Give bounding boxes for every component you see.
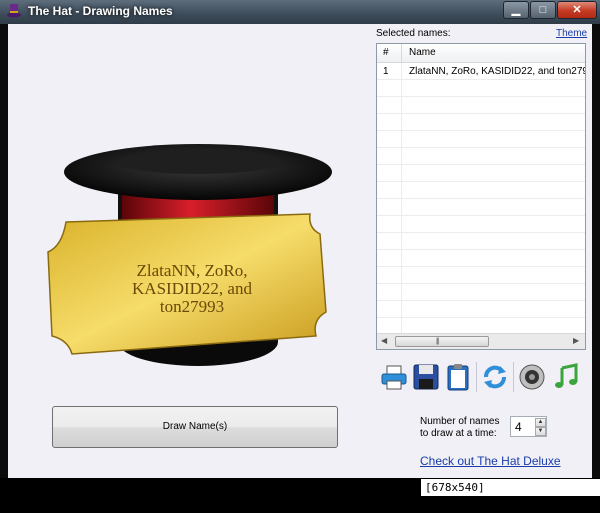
empty-row — [377, 267, 585, 284]
ticket-line-3: ton27993 — [160, 297, 224, 316]
client-area: ZlataNN, ZoRo, KASIDID22, and ton27993 S… — [8, 24, 592, 478]
stepper-up-icon[interactable]: ▲ — [535, 418, 546, 427]
row-name: ZlataNN, ZoRo, KASIDID22, and ton27993 — [409, 66, 586, 77]
number-label-line-2: to draw at a time: — [420, 428, 497, 439]
empty-row — [377, 250, 585, 267]
toolbar-separator — [476, 362, 477, 392]
empty-row — [377, 216, 585, 233]
list-row[interactable]: 1 ZlataNN, ZoRo, KASIDID22, and ton27993 — [377, 63, 586, 80]
speaker-icon[interactable] — [517, 362, 547, 392]
row-number: 1 — [383, 66, 389, 77]
print-icon[interactable] — [379, 362, 409, 392]
empty-row — [377, 284, 585, 301]
ticket-line-2: KASIDID22, and — [132, 279, 252, 298]
image-host-watermark: [678x540] https://upic.me/ — [421, 479, 600, 511]
empty-row — [377, 182, 585, 199]
empty-row — [377, 148, 585, 165]
column-divider[interactable] — [401, 44, 402, 63]
draw-names-button[interactable]: Draw Name(s) — [52, 406, 338, 448]
minimize-button[interactable]: ▁ — [503, 1, 529, 19]
close-button[interactable]: ✕ — [557, 1, 597, 19]
theme-link[interactable]: Theme — [556, 28, 587, 39]
names-count-value[interactable]: 4 — [515, 420, 522, 434]
hat-app-icon — [7, 4, 21, 18]
scroll-right-icon[interactable]: ▶ — [573, 336, 579, 345]
music-note-icon[interactable] — [551, 362, 581, 392]
stepper-down-icon[interactable]: ▼ — [535, 427, 546, 436]
empty-row — [377, 165, 585, 182]
empty-row — [377, 114, 585, 131]
empty-row — [377, 80, 585, 97]
scroll-left-icon[interactable]: ◀ — [381, 336, 387, 345]
save-icon[interactable] — [411, 362, 441, 392]
number-label-line-1: Number of names — [420, 416, 500, 427]
list-rows: 1 ZlataNN, ZoRo, KASIDID22, and ton27993 — [377, 63, 586, 335]
maximize-button[interactable]: □ — [530, 1, 556, 19]
toolbar-separator — [513, 362, 514, 392]
hat-deluxe-link[interactable]: Check out The Hat Deluxe — [420, 454, 561, 468]
refresh-icon[interactable] — [480, 362, 510, 392]
names-count-stepper[interactable]: 4 ▲ ▼ — [510, 416, 547, 437]
horizontal-scrollbar[interactable]: ◀ ||| ▶ — [377, 333, 585, 349]
empty-row — [377, 199, 585, 216]
window-title: The Hat - Drawing Names — [28, 4, 173, 18]
column-header-name[interactable]: Name — [409, 47, 436, 58]
scrollbar-thumb[interactable]: ||| — [395, 336, 489, 347]
column-header-number[interactable]: # — [383, 47, 389, 58]
ticket-line-1: ZlataNN, ZoRo, — [137, 261, 248, 280]
clipboard-icon[interactable] — [443, 362, 473, 392]
selected-names-list[interactable]: # Name 1 ZlataNN, ZoRo, KASIDID22, and t… — [376, 43, 586, 350]
list-header: # Name — [377, 44, 585, 63]
empty-row — [377, 131, 585, 148]
selected-names-label: Selected names: — [376, 28, 451, 39]
empty-row — [377, 301, 585, 318]
app-window: The Hat - Drawing Names ▁ □ ✕ ZlataNN, Z… — [0, 0, 600, 511]
title-bar[interactable]: The Hat - Drawing Names ▁ □ ✕ — [0, 0, 600, 24]
empty-row — [377, 97, 585, 114]
hat-illustration: ZlataNN, ZoRo, KASIDID22, and ton27993 — [47, 144, 332, 366]
number-of-names-label: Number of names to draw at a time: — [420, 416, 499, 440]
empty-row — [377, 233, 585, 250]
